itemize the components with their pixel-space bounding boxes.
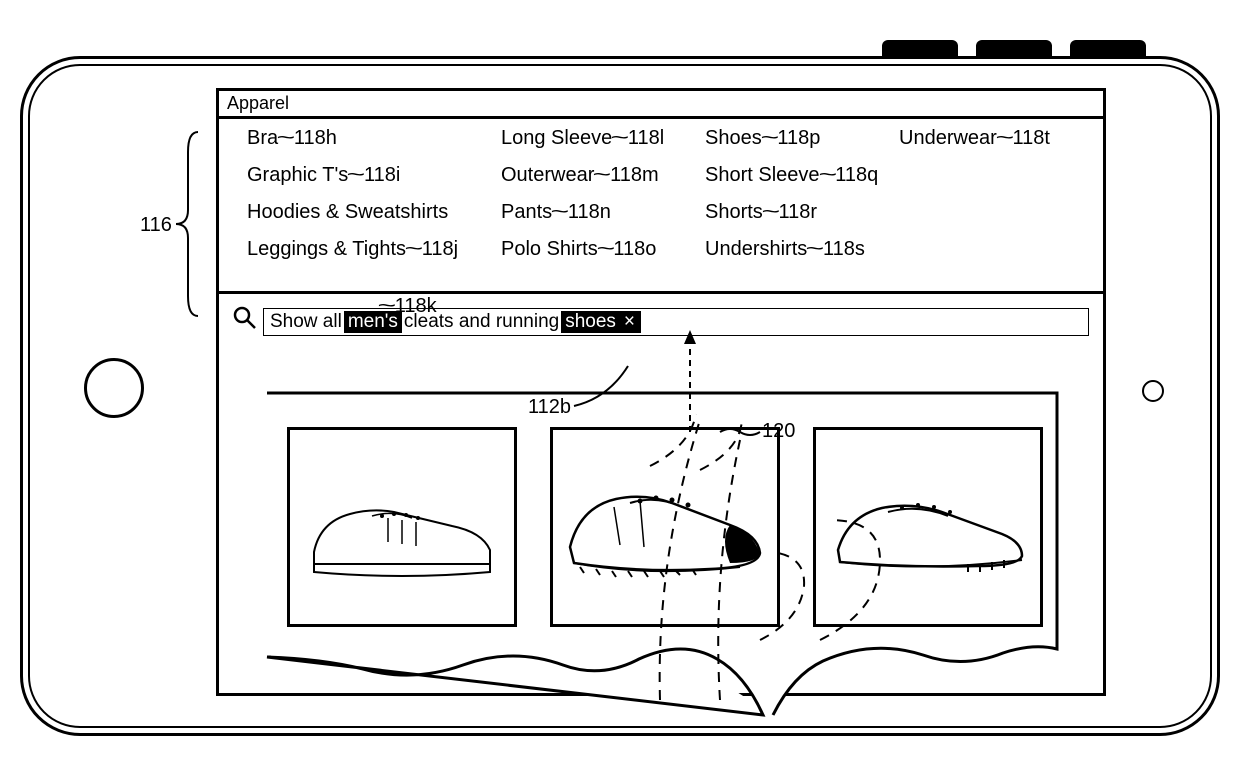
category-shoes[interactable]: Shoes~118p bbox=[705, 127, 895, 150]
category-graphic-ts[interactable]: Graphic T's~118i bbox=[247, 164, 497, 187]
callout-112b: 112b bbox=[528, 396, 571, 419]
screen: Apparel Bra~118h Long Sleeve~118l Shoes~… bbox=[216, 88, 1106, 696]
front-camera bbox=[1142, 380, 1164, 402]
search-row: Show all men's cleats and running shoes … bbox=[233, 306, 1089, 337]
ref-label: 118m bbox=[610, 164, 659, 186]
category-underwear[interactable]: Underwear~118t bbox=[899, 127, 1099, 150]
ref-label: 118n bbox=[568, 201, 611, 223]
category-leggings[interactable]: Leggings & Tights~118j bbox=[247, 238, 497, 261]
category-label: Undershirts bbox=[705, 238, 807, 260]
category-pants[interactable]: Pants~118n bbox=[501, 201, 701, 224]
category-label: Leggings & Tights bbox=[247, 238, 406, 260]
category-label: Underwear bbox=[899, 127, 997, 149]
category-label: Shorts bbox=[705, 201, 763, 223]
callout-116: 116 bbox=[140, 214, 172, 237]
ref-label: 118t bbox=[1013, 127, 1050, 149]
ref-label-118k: ~118k bbox=[379, 295, 437, 318]
category-shorts[interactable]: Shorts~118r bbox=[705, 201, 895, 224]
category-label: Short Sleeve bbox=[705, 164, 820, 186]
ref-label: 118l bbox=[628, 127, 664, 149]
search-icon[interactable] bbox=[233, 306, 257, 337]
category-polo-shirts[interactable]: Polo Shirts~118o bbox=[501, 238, 701, 261]
ref-label: 118p bbox=[777, 127, 820, 149]
search-text: Show all bbox=[270, 311, 342, 333]
category-label: Hoodies & Sweatshirts bbox=[247, 201, 448, 223]
result-card-2[interactable] bbox=[550, 427, 780, 627]
category-label: Bra bbox=[247, 127, 278, 149]
sneaker-icon bbox=[302, 472, 502, 582]
close-icon[interactable]: × bbox=[620, 311, 641, 333]
ref-label: 118r bbox=[779, 201, 818, 223]
category-short-sleeve[interactable]: Short Sleeve~118q bbox=[705, 164, 895, 187]
ref-label: 118j bbox=[422, 238, 458, 260]
ref-label: 118i bbox=[364, 164, 400, 186]
running-shoe-icon bbox=[560, 467, 770, 587]
category-hoodies[interactable]: Hoodies & Sweatshirts bbox=[247, 201, 497, 224]
category-outerwear[interactable]: Outerwear~118m bbox=[501, 164, 701, 187]
category-label: Outerwear bbox=[501, 164, 594, 186]
category-undershirts[interactable]: Undershirts~118s bbox=[705, 238, 895, 261]
track-shoe-icon bbox=[828, 472, 1028, 582]
category-label: Graphic T's bbox=[247, 164, 348, 186]
panel-title: Apparel bbox=[227, 93, 289, 113]
category-label: Shoes bbox=[705, 127, 762, 149]
category-label: Long Sleeve bbox=[501, 127, 612, 149]
ref-label: 118h bbox=[294, 127, 337, 149]
category-panel: Bra~118h Long Sleeve~118l Shoes~118p Und… bbox=[219, 119, 1103, 294]
ref-label: 118o bbox=[613, 238, 656, 260]
result-card-3[interactable] bbox=[813, 427, 1043, 627]
ref-label: 118q bbox=[835, 164, 878, 186]
category-label: Pants bbox=[501, 201, 552, 223]
category-long-sleeve[interactable]: Long Sleeve~118l bbox=[501, 127, 701, 150]
search-chip-shoes[interactable]: shoes bbox=[561, 311, 620, 333]
callout-120: 120 bbox=[762, 420, 795, 443]
result-card-1[interactable] bbox=[287, 427, 517, 627]
panel-header: Apparel bbox=[219, 91, 1103, 119]
ref-label: 118s bbox=[823, 238, 865, 260]
category-bra[interactable]: Bra~118h bbox=[247, 127, 497, 150]
category-label: Polo Shirts bbox=[501, 238, 598, 260]
results-tray bbox=[263, 389, 1061, 719]
home-button[interactable] bbox=[84, 358, 144, 418]
